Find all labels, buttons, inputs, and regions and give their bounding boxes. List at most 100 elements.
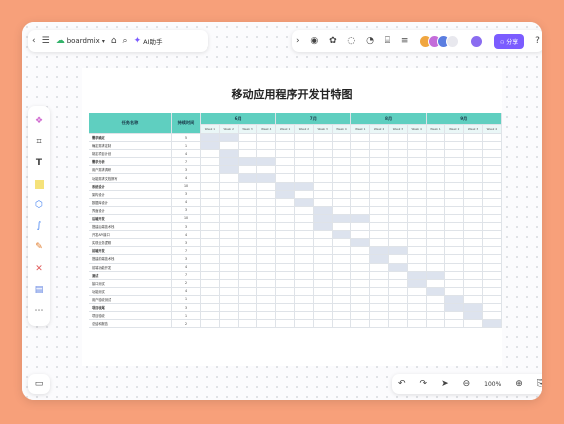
timeline-cell[interactable]	[276, 142, 295, 151]
timeline-cell[interactable]	[426, 174, 446, 183]
timeline-cell[interactable]	[313, 231, 333, 240]
timeline-cell[interactable]	[482, 287, 502, 296]
timeline-cell[interactable]	[257, 231, 277, 240]
timeline-cell[interactable]	[482, 214, 502, 224]
timeline-cell[interactable]	[482, 174, 502, 183]
timeline-cell[interactable]	[257, 263, 277, 272]
timeline-cell[interactable]	[407, 320, 427, 329]
timeline-cell[interactable]	[276, 223, 295, 232]
timeline-cell[interactable]	[407, 214, 427, 224]
gantt-bar-cell[interactable]	[388, 263, 408, 272]
tag-icon[interactable]: ⌂	[111, 36, 117, 46]
reaction-icon[interactable]: ✿	[329, 36, 337, 46]
table-row[interactable]: 制定项目计划 4	[89, 150, 502, 159]
timeline-cell[interactable]	[294, 287, 314, 296]
timeline-cell[interactable]	[464, 142, 483, 151]
timeline-cell[interactable]	[482, 182, 502, 191]
gantt-bar-cell[interactable]	[370, 247, 389, 256]
timeline-cell[interactable]	[332, 312, 352, 321]
timeline-cell[interactable]	[370, 303, 389, 313]
timeline-cell[interactable]	[351, 295, 371, 304]
timeline-cell[interactable]	[238, 247, 258, 256]
timeline-cell[interactable]	[482, 255, 502, 264]
timeline-cell[interactable]	[201, 271, 220, 280]
timeline-cell[interactable]	[351, 142, 371, 151]
timeline-cell[interactable]	[407, 190, 427, 199]
timeline-cell[interactable]	[313, 134, 333, 143]
timeline-cell[interactable]	[445, 320, 465, 329]
timeline-cell[interactable]	[426, 166, 446, 175]
timeline-cell[interactable]	[445, 214, 465, 224]
timeline-cell[interactable]	[351, 320, 371, 329]
timeline-cell[interactable]	[370, 134, 389, 143]
timeline-cell[interactable]	[445, 190, 465, 199]
timeline-cell[interactable]	[219, 279, 239, 288]
timeline-cell[interactable]	[464, 231, 483, 240]
table-row[interactable]: 接口测试 2	[89, 279, 502, 288]
timeline-cell[interactable]	[370, 142, 389, 151]
timeline-cell[interactable]	[313, 174, 333, 183]
timeline-cell[interactable]	[407, 303, 427, 313]
timeline-cell[interactable]	[219, 174, 239, 183]
mindmap-icon[interactable]: ✕	[35, 264, 43, 274]
timeline-cell[interactable]	[276, 279, 295, 288]
timeline-cell[interactable]	[201, 255, 220, 264]
timeline-cell[interactable]	[407, 198, 427, 207]
timeline-cell[interactable]	[388, 303, 408, 313]
timeline-cell[interactable]	[445, 223, 465, 232]
gantt-bar-cell[interactable]	[219, 134, 239, 143]
timeline-cell[interactable]	[276, 312, 295, 321]
zoom-in-icon[interactable]: ⊕	[515, 379, 523, 389]
timeline-cell[interactable]	[294, 158, 314, 167]
timeline-cell[interactable]	[388, 206, 408, 215]
timeline-cell[interactable]	[445, 134, 465, 143]
timeline-cell[interactable]	[238, 279, 258, 288]
timeline-cell[interactable]	[426, 150, 446, 159]
select-cursor-icon[interactable]: ➤	[441, 379, 449, 389]
timeline-cell[interactable]	[464, 166, 483, 175]
timeline-cell[interactable]	[257, 134, 277, 143]
timeline-cell[interactable]	[257, 247, 277, 256]
timeline-cell[interactable]	[219, 263, 239, 272]
timeline-cell[interactable]	[445, 271, 465, 280]
table-row[interactable]: 需求确定 5	[89, 134, 502, 143]
timeline-cell[interactable]	[313, 263, 333, 272]
timeline-cell[interactable]	[482, 134, 502, 143]
timeline-cell[interactable]	[482, 312, 502, 321]
timeline-cell[interactable]	[332, 320, 352, 329]
timeline-cell[interactable]	[332, 247, 352, 256]
timeline-cell[interactable]	[407, 166, 427, 175]
timeline-cell[interactable]	[219, 231, 239, 240]
timeline-cell[interactable]	[257, 239, 277, 248]
timeline-cell[interactable]	[238, 150, 258, 159]
gantt-bar-cell[interactable]	[257, 158, 277, 167]
timeline-cell[interactable]	[332, 303, 352, 313]
timeline-cell[interactable]	[238, 182, 258, 191]
timeline-cell[interactable]	[219, 198, 239, 207]
gantt-bar-cell[interactable]	[201, 134, 220, 143]
timeline-cell[interactable]	[332, 158, 352, 167]
timeline-cell[interactable]	[257, 279, 277, 288]
table-row[interactable]: 前端开发 7	[89, 247, 502, 256]
timeline-cell[interactable]	[332, 174, 352, 183]
timeline-cell[interactable]	[464, 223, 483, 232]
timeline-cell[interactable]	[370, 239, 389, 248]
timeline-cell[interactable]	[351, 287, 371, 296]
timeline-cell[interactable]	[482, 142, 502, 151]
timeline-cell[interactable]	[388, 150, 408, 159]
timeline-cell[interactable]	[445, 198, 465, 207]
timeline-cell[interactable]	[464, 158, 483, 167]
timeline-cell[interactable]	[294, 214, 314, 224]
timeline-cell[interactable]	[219, 223, 239, 232]
redo-icon[interactable]: ↷	[420, 379, 428, 389]
timeline-cell[interactable]	[445, 287, 465, 296]
timeline-cell[interactable]	[351, 166, 371, 175]
current-user-avatar[interactable]	[470, 34, 484, 48]
timeline-cell[interactable]	[313, 198, 333, 207]
timeline-cell[interactable]	[276, 271, 295, 280]
timeline-cell[interactable]	[313, 150, 333, 159]
timeline-cell[interactable]	[219, 247, 239, 256]
timeline-cell[interactable]	[219, 239, 239, 248]
timeline-cell[interactable]	[351, 263, 371, 272]
gantt-bar-cell[interactable]	[313, 223, 333, 232]
